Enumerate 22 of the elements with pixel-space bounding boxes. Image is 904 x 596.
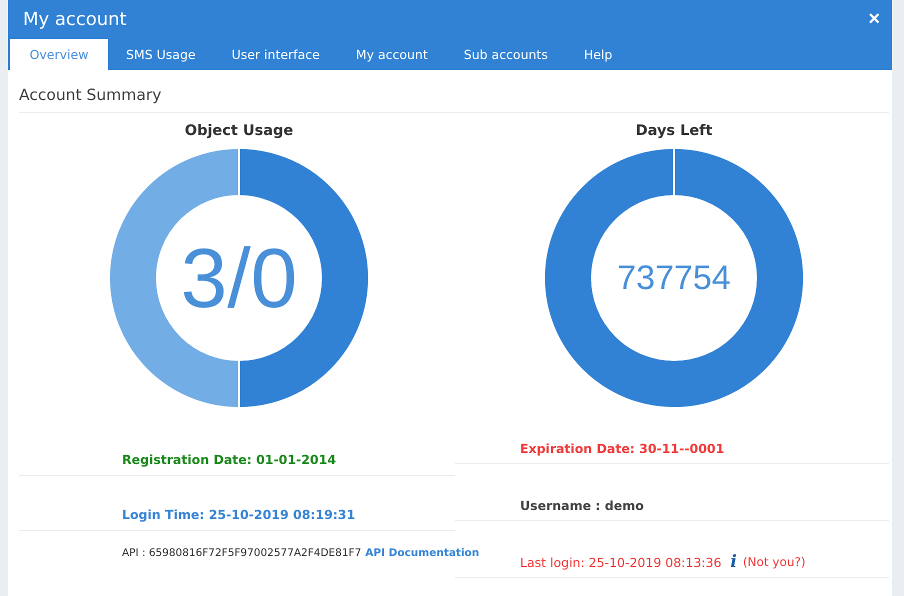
- api-key-text: API : 65980816F72F5F97002577A2F4DE81F7: [122, 547, 362, 559]
- info-text: Expiration Date: 30-11--0001: [520, 440, 724, 456]
- not-you-link[interactable]: (Not you?): [742, 555, 806, 569]
- section-title: Account Summary: [19, 86, 889, 113]
- window-title: My account: [23, 8, 127, 30]
- gauge-title: Object Usage: [184, 123, 294, 139]
- gauge-value: 3/0: [180, 230, 298, 326]
- info-text: Registration Date: 01-01-2014: [122, 452, 336, 467]
- tab[interactable]: Sub accounts: [446, 39, 566, 70]
- tab[interactable]: SMS Usage: [108, 39, 214, 70]
- last-login-text: Last login: 25-10-2019 08:13:36: [520, 554, 722, 570]
- close-button[interactable]: ×: [864, 8, 884, 30]
- tab[interactable]: Overview: [10, 39, 108, 70]
- info-text: Login Time: 25-10-2019 08:19:31: [122, 507, 356, 522]
- tab[interactable]: My account: [338, 39, 446, 70]
- gauge-title: Days Left: [636, 123, 712, 139]
- info-icon: i: [730, 552, 737, 572]
- tab[interactable]: Help: [566, 39, 630, 70]
- documentation-link[interactable]: API Documentation: [365, 547, 480, 559]
- info-text: Username : demo: [520, 498, 644, 512]
- gauge-value: 737754: [617, 258, 731, 298]
- tab[interactable]: User interface: [214, 39, 338, 70]
